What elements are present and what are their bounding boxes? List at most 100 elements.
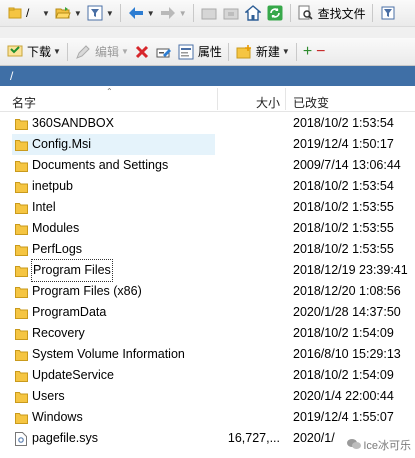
delete-button[interactable] bbox=[131, 41, 153, 63]
properties-button[interactable]: 属性 bbox=[175, 41, 224, 63]
minus-icon: − bbox=[316, 42, 326, 60]
file-name-cell[interactable]: Users bbox=[12, 386, 215, 407]
divider bbox=[66, 42, 68, 61]
file-list: 360SANDBOX 2018/10/2 1:53:54 Config.Msi 201… bbox=[0, 113, 415, 449]
file-row[interactable]: Documents and Settings 2009/7/14 13:06:44 bbox=[0, 155, 415, 176]
download-button[interactable]: 下载 ▼ bbox=[4, 41, 63, 63]
file-row[interactable]: Config.Msi 2019/12/4 1:50:17 bbox=[0, 134, 415, 155]
file-modified: 2009/7/14 13:06:44 bbox=[293, 158, 401, 172]
file-row[interactable]: System Volume Information 2016/8/10 15:29… bbox=[0, 344, 415, 365]
file-row[interactable]: Windows 2019/12/4 1:55:07 bbox=[0, 407, 415, 428]
chevron-down-icon[interactable]: ▼ bbox=[106, 9, 114, 18]
file-name-cell[interactable]: Documents and Settings bbox=[12, 155, 215, 176]
file-name: Intel bbox=[32, 200, 56, 214]
remove-button[interactable]: − bbox=[314, 41, 327, 63]
file-name-cell[interactable]: Config.Msi bbox=[12, 134, 215, 155]
file-name: UpdateService bbox=[32, 368, 114, 382]
edit-button[interactable]: 编辑 ▼ bbox=[72, 41, 131, 63]
refresh-icon bbox=[266, 4, 284, 22]
file-row[interactable]: UpdateService 2018/10/2 1:54:09 bbox=[0, 365, 415, 386]
file-row[interactable]: PerfLogs 2018/10/2 1:53:55 bbox=[0, 239, 415, 260]
extra-toolbar-button[interactable] bbox=[377, 2, 399, 24]
file-name-cell[interactable]: Recovery bbox=[12, 323, 215, 344]
properties-label: 属性 bbox=[197, 45, 222, 59]
rename-button[interactable] bbox=[153, 41, 175, 63]
path-bar[interactable]: / bbox=[0, 66, 415, 86]
file-name: System Volume Information bbox=[32, 347, 185, 361]
column-divider[interactable] bbox=[285, 88, 286, 110]
chevron-down-icon[interactable]: ▼ bbox=[74, 9, 82, 18]
file-row[interactable]: Program Files (x86) 2018/12/20 1:08:56 bbox=[0, 281, 415, 302]
back-button[interactable]: ▼ bbox=[125, 2, 157, 24]
home-button[interactable] bbox=[242, 2, 264, 24]
watermark: Ice冰可乐 bbox=[347, 437, 411, 453]
delete-icon bbox=[133, 43, 151, 61]
file-row[interactable]: Intel 2018/10/2 1:53:55 bbox=[0, 197, 415, 218]
file-row[interactable]: Users 2020/1/4 22:00:44 bbox=[0, 386, 415, 407]
chevron-down-icon[interactable]: ▼ bbox=[42, 9, 50, 18]
forward-button[interactable]: ▼ bbox=[157, 2, 189, 24]
file-modified: 2018/12/20 1:08:56 bbox=[293, 284, 401, 298]
sort-ascending-icon: ⌃ bbox=[106, 87, 113, 96]
file-row[interactable]: 360SANDBOX 2018/10/2 1:53:54 bbox=[0, 113, 415, 134]
file-name: ProgramData bbox=[32, 305, 107, 319]
search-files-button[interactable]: 查找文件 bbox=[295, 2, 368, 24]
folder-icon bbox=[12, 367, 30, 385]
file-modified: 2020/1/28 14:37:50 bbox=[293, 305, 401, 319]
path-value: / bbox=[26, 6, 30, 20]
folder-icon bbox=[12, 304, 30, 322]
chevron-down-icon[interactable]: ▼ bbox=[147, 9, 155, 18]
file-name-cell[interactable]: inetpub bbox=[12, 176, 215, 197]
file-name: Documents and Settings bbox=[32, 158, 169, 172]
parent-folder-button[interactable] bbox=[198, 2, 220, 24]
open-folder-icon bbox=[54, 4, 72, 22]
file-name-cell[interactable]: pagefile.sys bbox=[12, 428, 215, 449]
chevron-down-icon[interactable]: ▼ bbox=[282, 47, 290, 56]
add-button[interactable]: + bbox=[301, 41, 314, 63]
file-name-cell[interactable]: 360SANDBOX bbox=[12, 113, 215, 134]
divider bbox=[295, 42, 297, 61]
file-row[interactable]: ProgramData 2020/1/28 14:37:50 bbox=[0, 302, 415, 323]
navigation-toolbar: / ▼ ▼ ▼ ▼ ▼ 查找文件 bbox=[0, 0, 415, 27]
root-folder-button[interactable] bbox=[220, 2, 242, 24]
folder-icon bbox=[12, 178, 30, 196]
file-name-cell[interactable]: Windows bbox=[12, 407, 215, 428]
file-name-cell[interactable]: UpdateService bbox=[12, 365, 215, 386]
file-modified: 2018/12/19 23:39:41 bbox=[293, 263, 408, 277]
rename-icon bbox=[155, 43, 173, 61]
file-row[interactable]: inetpub 2018/10/2 1:53:54 bbox=[0, 176, 415, 197]
file-name-cell[interactable]: System Volume Information bbox=[12, 344, 215, 365]
file-size: 16,727,... bbox=[227, 431, 280, 445]
divider bbox=[227, 42, 229, 61]
file-name: Program Files bbox=[31, 259, 113, 282]
file-modified: 2018/10/2 1:54:09 bbox=[293, 368, 394, 382]
file-modified: 2020/1/ bbox=[293, 431, 335, 445]
chevron-down-icon[interactable]: ▼ bbox=[121, 47, 129, 56]
file-name-cell[interactable]: Program Files bbox=[12, 259, 215, 282]
path-combo[interactable]: / ▼ bbox=[6, 3, 50, 23]
filter-button[interactable]: ▼ bbox=[84, 2, 116, 24]
file-name-cell[interactable]: PerfLogs bbox=[12, 239, 215, 260]
file-row[interactable]: Recovery 2018/10/2 1:54:09 bbox=[0, 323, 415, 344]
chevron-down-icon[interactable]: ▼ bbox=[53, 47, 61, 56]
file-name-cell[interactable]: Program Files (x86) bbox=[12, 281, 215, 302]
column-header-modified[interactable]: 已改变 bbox=[293, 94, 329, 111]
new-button[interactable]: 新建 ▼ bbox=[233, 41, 292, 63]
column-header-size[interactable]: 大小 bbox=[256, 94, 280, 111]
file-name: Program Files (x86) bbox=[32, 284, 142, 298]
file-name-cell[interactable]: Intel bbox=[12, 197, 215, 218]
chevron-down-icon[interactable]: ▼ bbox=[179, 9, 187, 18]
filter-icon bbox=[379, 4, 397, 22]
column-header-name[interactable]: 名字 bbox=[12, 94, 36, 111]
divider bbox=[192, 4, 194, 22]
open-folder-button[interactable]: ▼ bbox=[52, 2, 84, 24]
file-name: Config.Msi bbox=[32, 137, 92, 151]
file-row[interactable]: Modules 2018/10/2 1:53:55 bbox=[0, 218, 415, 239]
folder-icon bbox=[12, 262, 30, 280]
file-name-cell[interactable]: Modules bbox=[12, 218, 215, 239]
file-row[interactable]: Program Files 2018/12/19 23:39:41 bbox=[0, 259, 415, 282]
column-divider[interactable] bbox=[217, 88, 218, 110]
file-name-cell[interactable]: ProgramData bbox=[12, 302, 215, 323]
home-icon bbox=[244, 4, 262, 22]
refresh-button[interactable] bbox=[264, 2, 286, 24]
